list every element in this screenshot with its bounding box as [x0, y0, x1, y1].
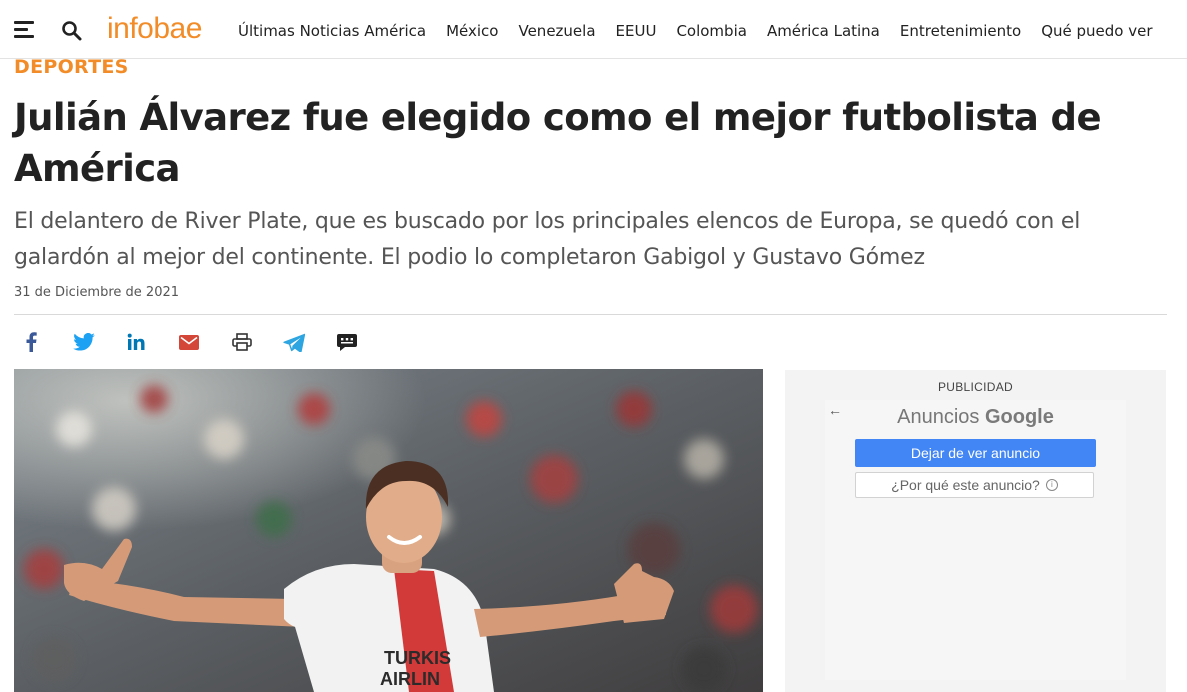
why-this-ad-button[interactable]: ¿Por qué este anuncio? i: [855, 472, 1094, 498]
ad-brand-name: Google: [984, 406, 1054, 428]
linkedin-icon[interactable]: [123, 329, 149, 355]
nav-item-america-latina[interactable]: América Latina: [767, 20, 880, 42]
print-icon[interactable]: [229, 329, 255, 355]
telegram-icon[interactable]: [281, 329, 307, 355]
nav-item-entretenimiento[interactable]: Entretenimiento: [900, 20, 1021, 42]
nav-item-venezuela[interactable]: Venezuela: [518, 20, 595, 42]
top-bar: infobae Últimas Noticias América México …: [0, 0, 1187, 59]
main-nav: Últimas Noticias América México Venezuel…: [238, 20, 1173, 42]
article-title: Julián Álvarez fue elegido como el mejor…: [14, 96, 1102, 190]
section-label[interactable]: DEPORTES: [14, 56, 129, 78]
twitter-icon[interactable]: [71, 329, 97, 355]
ad-label: PUBLICIDAD: [937, 380, 1014, 394]
info-icon: i: [1045, 479, 1058, 491]
nav-item-que-puedo-ver[interactable]: Qué puedo ver: [1041, 20, 1152, 42]
menu-icon[interactable]: [14, 21, 36, 39]
divider: [14, 314, 1167, 315]
site-logo[interactable]: infobae: [107, 11, 202, 47]
svg-text:TURKIS: TURKIS: [384, 648, 451, 668]
ad-brand-prefix: Anuncios: [897, 406, 985, 428]
why-this-ad-label: ¿Por qué este anuncio?: [891, 477, 1040, 493]
email-icon[interactable]: [176, 329, 202, 355]
search-icon[interactable]: [61, 20, 83, 42]
ad-panel: PUBLICIDAD ← Anuncios Google Dejar de ve…: [785, 370, 1166, 692]
nav-item-eeuu[interactable]: EEUU: [616, 20, 657, 42]
article-date: 31 de Diciembre de 2021: [14, 285, 180, 300]
svg-text:AIRLIN: AIRLIN: [380, 669, 440, 689]
ad-brand: Anuncios Google: [785, 406, 1166, 429]
nav-item-mexico[interactable]: México: [446, 20, 498, 42]
nav-item-ultimas-noticias[interactable]: Últimas Noticias América: [238, 20, 426, 42]
facebook-icon[interactable]: [18, 329, 44, 355]
stop-ad-button[interactable]: Dejar de ver anuncio: [855, 439, 1096, 467]
comments-icon[interactable]: [334, 329, 360, 355]
article-subtitle: El delantero de River Plate, que es busc…: [14, 209, 1081, 270]
article-hero-image: TURKIS AIRLIN: [14, 369, 763, 692]
nav-item-colombia[interactable]: Colombia: [676, 20, 747, 42]
